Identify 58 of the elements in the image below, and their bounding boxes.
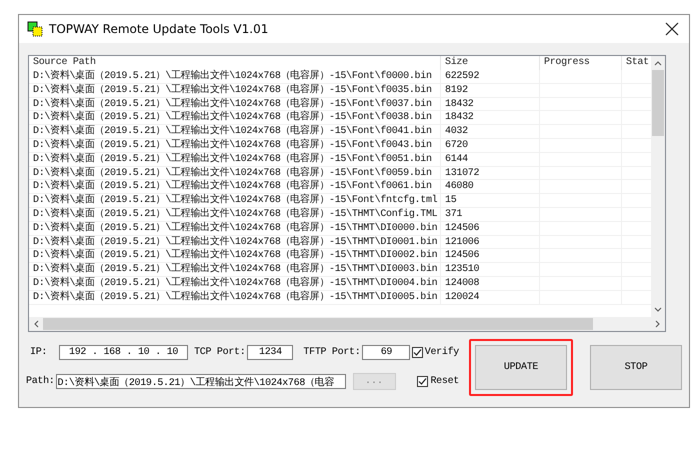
table-cell: 46080	[441, 180, 540, 194]
table-cell: 18432	[441, 111, 540, 126]
table-cell: D:\资料\桌面（2019.5.21）\工程输出文件\1024x768（电容屏）-15\Font\f0041.bin	[29, 125, 441, 139]
table-cell: D:\资料\桌面（2019.5.21）\工程输出文件\1024x768（电容屏）-15\Font\f0059.bin	[29, 166, 441, 180]
column-header[interactable]: Progress	[540, 56, 622, 70]
table-cell: 124506	[441, 249, 540, 264]
checkbox[interactable]	[417, 376, 428, 387]
table-cell: D:\资料\桌面（2019.5.21）\工程输出文件\1024x768（电容屏）-15\Font\f0035.bin	[29, 84, 441, 98]
table-cell: D:\资料\桌面（2019.5.21）\工程输出文件\1024x768（电容屏）-15\Font\fntcfg.tml	[29, 194, 441, 208]
table-cell: D:\资料\桌面（2019.5.21）\工程输出文件\1024x768（电容屏）-15\Font\f0000.bin	[29, 70, 441, 84]
column-header[interactable]: Size	[441, 56, 540, 70]
table-cell: 124008	[441, 276, 540, 291]
table-cell: 18432	[441, 98, 540, 112]
table-cell: D:\资料\桌面（2019.5.21）\工程输出文件\1024x768（电容屏）-15\Font\f0038.bin	[29, 111, 441, 126]
table-cell: 6720	[441, 138, 540, 153]
table-cell: 123510	[441, 263, 540, 277]
table-cell: 371	[441, 208, 540, 222]
table-cell: D:\资料\桌面（2019.5.21）\工程输出文件\1024x768（电容屏）-15\Font\f0037.bin	[29, 98, 441, 112]
vertical-scrollbar[interactable]	[651, 56, 665, 317]
horizontal-scrollbar[interactable]	[29, 317, 665, 331]
ip-field[interactable]: 192 . 168 . 10 . 10	[59, 345, 188, 360]
path-label: Path:	[26, 376, 55, 387]
table-cell: D:\资料\桌面（2019.5.21）\工程输出文件\1024x768（电容屏）-15\THMT\DI0002.bin	[29, 249, 441, 264]
window-title: TOPWAY Remote Update Tools V1.01	[49, 22, 270, 36]
update-button[interactable]: UPDATE	[475, 345, 567, 390]
scrollbar-thumb[interactable]	[652, 70, 664, 136]
column-header[interactable]: Source Path	[29, 56, 441, 70]
table-cell: D:\资料\桌面（2019.5.21）\工程输出文件\1024x768（电容屏）-15\THMT\Config.TML	[29, 208, 441, 222]
table-cell: 124506	[441, 222, 540, 236]
table-cell: 120024	[441, 290, 540, 305]
table-cell: 4032	[441, 125, 540, 139]
table-cell: 622592	[441, 70, 540, 84]
path-field[interactable]: D:\资料\桌面（2019.5.21）\工程输出文件\1024x768（电容	[56, 374, 346, 389]
table-cell: 121006	[441, 236, 540, 250]
app-icon	[27, 21, 43, 37]
table-cell: D:\资料\桌面（2019.5.21）\工程输出文件\1024x768（电容屏）-15\THMT\DI0004.bin	[29, 276, 441, 291]
table-cell: 131072	[441, 166, 540, 180]
table-cell: 8192	[441, 84, 540, 98]
checkbox[interactable]	[412, 347, 423, 358]
table-cell: 6144	[441, 152, 540, 167]
table-cell: D:\资料\桌面（2019.5.21）\工程输出文件\1024x768（电容屏）-15\Font\f0051.bin	[29, 152, 441, 167]
stop-button[interactable]: STOP	[590, 345, 682, 390]
close-icon[interactable]	[665, 22, 679, 36]
checkbox-label: Verify	[424, 347, 459, 358]
ip-label: IP:	[30, 347, 48, 358]
table-cell: 15	[441, 194, 540, 208]
table-cell: D:\资料\桌面（2019.5.21）\工程输出文件\1024x768（电容屏）-15\THMT\DI0001.bin	[29, 236, 441, 250]
tcp-port-label: TCP Port:	[194, 347, 246, 358]
checkbox-label: Reset	[430, 376, 459, 387]
table-cell: D:\资料\桌面（2019.5.21）\工程输出文件\1024x768（电容屏）-15\Font\f0061.bin	[29, 180, 441, 194]
tftp-port-label: TFTP Port:	[303, 347, 360, 358]
table-cell: D:\资料\桌面（2019.5.21）\工程输出文件\1024x768（电容屏）-15\THMT\DI0003.bin	[29, 263, 441, 277]
tftp-port-field[interactable]: 69	[362, 345, 410, 360]
table-cell: D:\资料\桌面（2019.5.21）\工程输出文件\1024x768（电容屏）-15\Font\f0043.bin	[29, 138, 441, 153]
tcp-port-field[interactable]: 1234	[247, 345, 294, 360]
table-cell: D:\资料\桌面（2019.5.21）\工程输出文件\1024x768（电容屏）-15\THMT\DI0000.bin	[29, 222, 441, 236]
table-cell: D:\资料\桌面（2019.5.21）\工程输出文件\1024x768（电容屏）-15\THMT\DI0005.bin	[29, 290, 441, 305]
scrollbar-thumb[interactable]	[43, 318, 593, 330]
